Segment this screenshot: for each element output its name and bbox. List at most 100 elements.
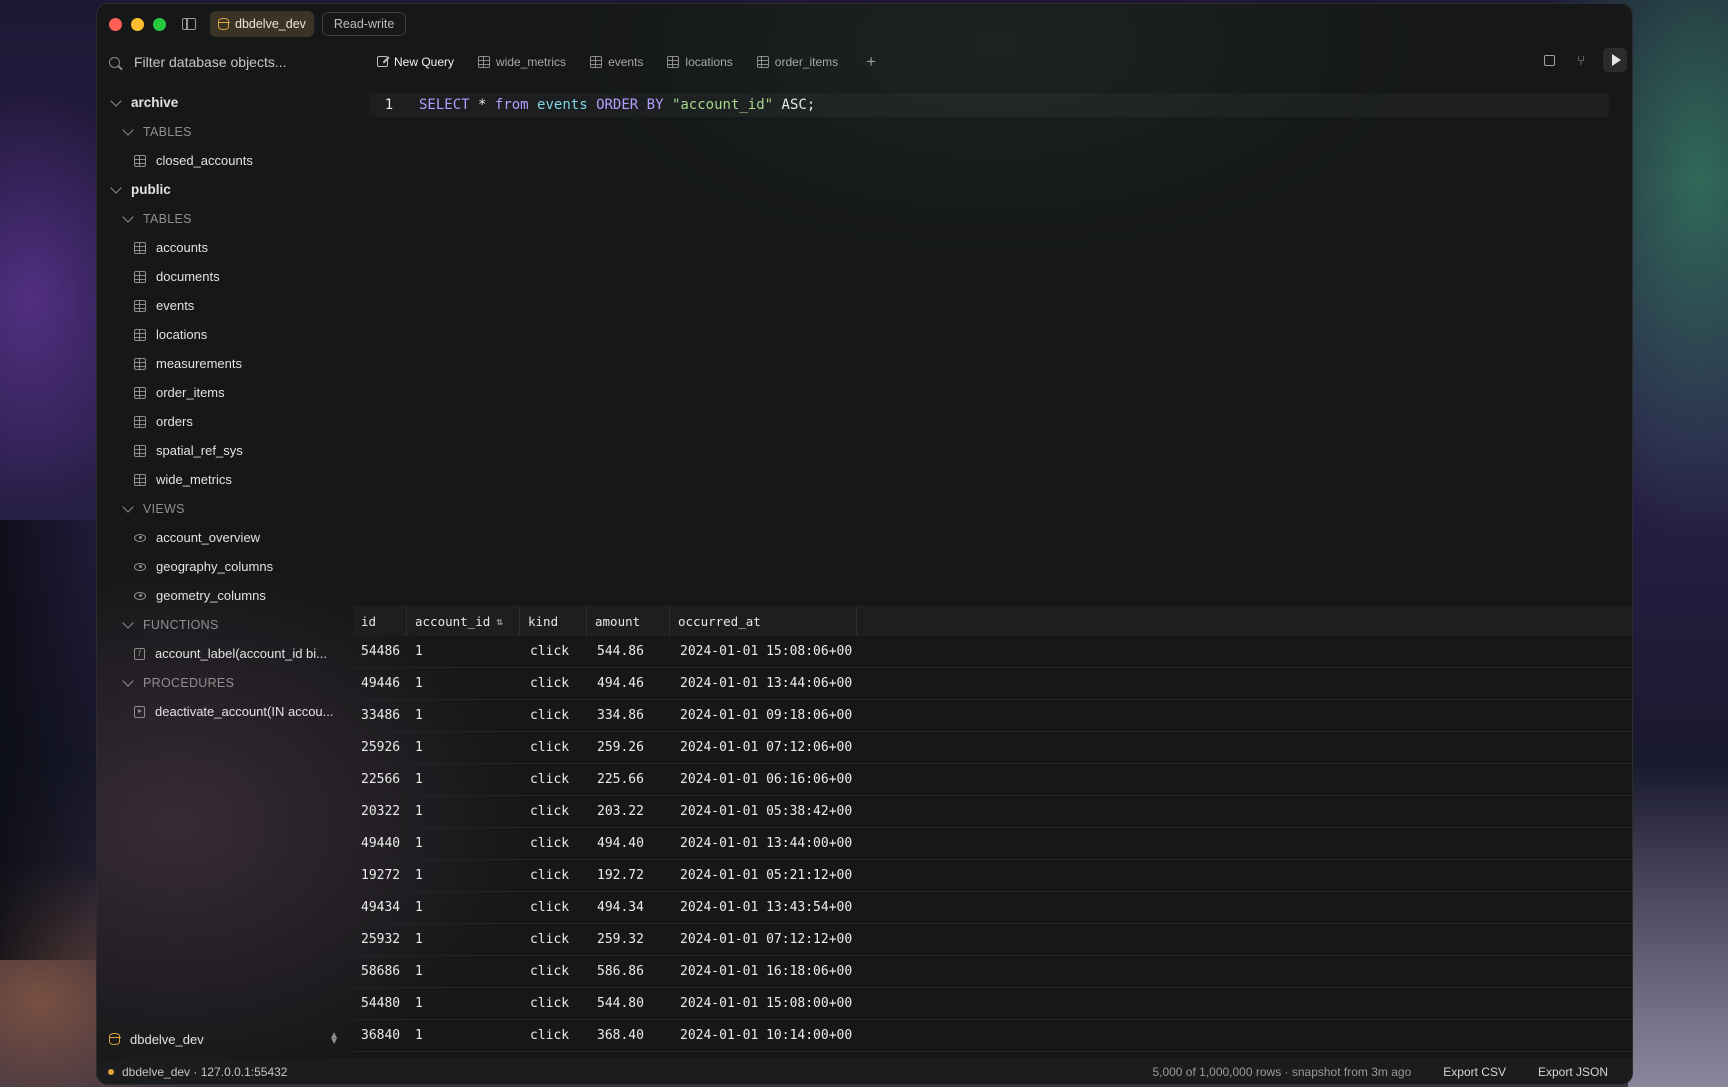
tree-item-deactivate-account[interactable]: deactivate_account(IN accou...	[97, 697, 353, 726]
table-cell[interactable]: 1	[407, 644, 520, 659]
tree-item-wide-metrics[interactable]: wide_metrics	[97, 465, 353, 494]
tree-item-accounts[interactable]: accounts	[97, 233, 353, 262]
column-header-occurred-at[interactable]: occurred_at	[670, 606, 857, 636]
table-cell[interactable]: 544.80	[587, 996, 670, 1011]
table-cell[interactable]: 368.40	[587, 1028, 670, 1043]
editor-line[interactable]: 1 SELECT * from events ORDER BY "account…	[369, 93, 1609, 117]
tree-item-spatial-ref-sys[interactable]: spatial_ref_sys	[97, 436, 353, 465]
table-cell[interactable]: 2024-01-01 05:21:12+00	[670, 868, 857, 883]
table-cell[interactable]: click	[520, 964, 587, 979]
table-row[interactable]: 49446 1 click 494.46 2024-01-01 13:44:06+00	[353, 668, 1632, 700]
table-row[interactable]: 49440 1 click 494.40 2024-01-01 13:44:00+00	[353, 828, 1632, 860]
table-cell[interactable]: click	[520, 740, 587, 755]
table-cell[interactable]: 494.34	[587, 900, 670, 915]
minimize-button[interactable]	[131, 17, 144, 31]
table-cell[interactable]: 2024-01-01 16:18:06+00	[670, 964, 857, 979]
connection-switcher[interactable]: dbdelve_dev ▲ ▼	[97, 1024, 353, 1054]
table-cell[interactable]: 2024-01-01 13:44:00+00	[670, 836, 857, 851]
table-cell[interactable]: 1	[407, 708, 520, 723]
table-cell[interactable]: click	[520, 836, 587, 851]
export-csv-button[interactable]: Export CSV	[1443, 1065, 1506, 1079]
run-query-button[interactable]	[1603, 48, 1627, 72]
table-cell[interactable]: 1	[407, 740, 520, 755]
table-cell[interactable]: 2024-01-01 15:08:06+00	[670, 644, 857, 659]
tree-item-account-label[interactable]: f account_label(account_id bi...	[97, 639, 353, 668]
table-row[interactable]: 25926 1 click 259.26 2024-01-01 07:12:06+00	[353, 732, 1632, 764]
table-cell[interactable]: 19272	[353, 868, 407, 883]
table-cell[interactable]: 49446	[353, 676, 407, 691]
table-cell[interactable]: 1	[407, 836, 520, 851]
table-cell[interactable]: 2024-01-01 07:12:12+00	[670, 932, 857, 947]
export-json-button[interactable]: Export JSON	[1538, 1065, 1608, 1079]
sql-editor[interactable]: 1 SELECT * from events ORDER BY "account…	[353, 79, 1632, 606]
table-cell[interactable]: 25932	[353, 932, 407, 947]
schema-archive[interactable]: archive	[97, 88, 353, 117]
column-header-amount[interactable]: amount	[587, 606, 670, 636]
tree-item-order-items[interactable]: order_items	[97, 378, 353, 407]
sidebar-toggle-icon[interactable]	[182, 18, 196, 30]
section-views[interactable]: VIEWS	[97, 494, 353, 523]
table-cell[interactable]: click	[520, 804, 587, 819]
section-procedures[interactable]: PROCEDURES	[97, 668, 353, 697]
tab-events[interactable]: events	[590, 55, 643, 69]
table-row[interactable]: 36840 1 click 368.40 2024-01-01 10:14:00+00	[353, 1020, 1632, 1052]
table-row[interactable]: 54480 1 click 544.80 2024-01-01 15:08:00+00	[353, 988, 1632, 1020]
column-header-kind[interactable]: kind	[520, 606, 587, 636]
table-cell[interactable]: 1	[407, 676, 520, 691]
tab-order-items[interactable]: order_items	[756, 55, 838, 69]
tab-locations[interactable]: locations	[667, 55, 733, 69]
table-cell[interactable]: 49434	[353, 900, 407, 915]
table-cell[interactable]: 544.86	[587, 644, 670, 659]
table-cell[interactable]: 33486	[353, 708, 407, 723]
tree-item-closed-accounts[interactable]: closed_accounts	[97, 146, 353, 175]
column-header-id[interactable]: id	[353, 606, 407, 636]
table-cell[interactable]: 1	[407, 964, 520, 979]
table-cell[interactable]: 2024-01-01 15:08:00+00	[670, 996, 857, 1011]
table-cell[interactable]: click	[520, 644, 587, 659]
table-cell[interactable]: 2024-01-01 10:14:00+00	[670, 1028, 857, 1043]
tree-item-measurements[interactable]: measurements	[97, 349, 353, 378]
table-cell[interactable]: 25926	[353, 740, 407, 755]
database-pill[interactable]: dbdelve_dev	[210, 11, 314, 37]
table-cell[interactable]: click	[520, 1028, 587, 1043]
table-cell[interactable]: 2024-01-01 05:38:42+00	[670, 804, 857, 819]
sort-asc-icon[interactable]: ⇅	[496, 615, 503, 628]
table-row[interactable]: 25932 1 click 259.32 2024-01-01 07:12:12+00	[353, 924, 1632, 956]
table-row[interactable]: 19272 1 click 192.72 2024-01-01 05:21:12+00	[353, 860, 1632, 892]
add-tab-button[interactable]: +	[866, 52, 876, 72]
table-cell[interactable]: 259.26	[587, 740, 670, 755]
table-cell[interactable]: click	[520, 772, 587, 787]
table-cell[interactable]: 1	[407, 996, 520, 1011]
tab-wide-metrics[interactable]: wide_metrics	[478, 55, 566, 69]
table-cell[interactable]: 1	[407, 1028, 520, 1043]
table-cell[interactable]: 2024-01-01 13:43:54+00	[670, 900, 857, 915]
table-cell[interactable]: click	[520, 676, 587, 691]
filter-row[interactable]: Filter database objects...	[97, 44, 353, 80]
table-row[interactable]: 22566 1 click 225.66 2024-01-01 06:16:06+00	[353, 764, 1632, 796]
table-cell[interactable]: 494.46	[587, 676, 670, 691]
table-cell[interactable]: 2024-01-01 13:44:06+00	[670, 676, 857, 691]
table-cell[interactable]: click	[520, 996, 587, 1011]
tree-item-geometry-columns[interactable]: geometry_columns	[97, 581, 353, 610]
section-tables[interactable]: TABLES	[97, 204, 353, 233]
table-cell[interactable]: 54486	[353, 644, 407, 659]
table-cell[interactable]: 54480	[353, 996, 407, 1011]
table-cell[interactable]: 192.72	[587, 868, 670, 883]
tree-item-locations[interactable]: locations	[97, 320, 353, 349]
table-cell[interactable]: 36840	[353, 1028, 407, 1043]
table-cell[interactable]: 1	[407, 932, 520, 947]
table-cell[interactable]: 20322	[353, 804, 407, 819]
table-cell[interactable]: click	[520, 708, 587, 723]
table-cell[interactable]: 2024-01-01 07:12:06+00	[670, 740, 857, 755]
tree-item-events[interactable]: events	[97, 291, 353, 320]
table-row[interactable]: 49434 1 click 494.34 2024-01-01 13:43:54+00	[353, 892, 1632, 924]
table-cell[interactable]: 58686	[353, 964, 407, 979]
access-mode-badge[interactable]: Read-write	[321, 12, 407, 36]
table-cell[interactable]: 494.40	[587, 836, 670, 851]
table-cell[interactable]: 49440	[353, 836, 407, 851]
table-cell[interactable]: 1	[407, 900, 520, 915]
table-cell[interactable]: 225.66	[587, 772, 670, 787]
table-row[interactable]: 20322 1 click 203.22 2024-01-01 05:38:42+00	[353, 796, 1632, 828]
save-query-button[interactable]	[1539, 50, 1559, 70]
table-cell[interactable]: click	[520, 868, 587, 883]
